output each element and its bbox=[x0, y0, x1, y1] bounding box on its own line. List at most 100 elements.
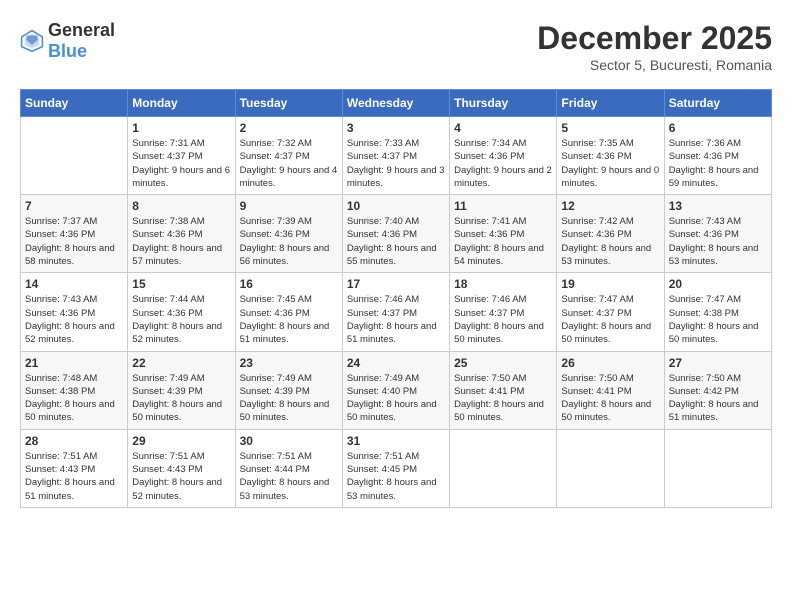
day-info: Sunrise: 7:34 AMSunset: 4:36 PMDaylight:… bbox=[454, 137, 552, 190]
day-info: Sunrise: 7:47 AMSunset: 4:37 PMDaylight:… bbox=[561, 293, 659, 346]
title-section: December 2025 Sector 5, Bucuresti, Roman… bbox=[537, 20, 772, 73]
calendar-cell: 4 Sunrise: 7:34 AMSunset: 4:36 PMDaylight… bbox=[450, 117, 557, 195]
day-info: Sunrise: 7:40 AMSunset: 4:36 PMDaylight:… bbox=[347, 215, 445, 268]
day-number: 18 bbox=[454, 277, 552, 291]
day-number: 2 bbox=[240, 121, 338, 135]
calendar-cell: 29 Sunrise: 7:51 AMSunset: 4:43 PMDayligh… bbox=[128, 429, 235, 507]
day-number: 8 bbox=[132, 199, 230, 213]
day-info: Sunrise: 7:41 AMSunset: 4:36 PMDaylight:… bbox=[454, 215, 552, 268]
header-wednesday: Wednesday bbox=[342, 90, 449, 117]
day-number: 13 bbox=[669, 199, 767, 213]
logo: General Blue bbox=[20, 20, 115, 62]
day-number: 9 bbox=[240, 199, 338, 213]
calendar-cell bbox=[664, 429, 771, 507]
day-info: Sunrise: 7:51 AMSunset: 4:43 PMDaylight:… bbox=[25, 450, 123, 503]
day-number: 29 bbox=[132, 434, 230, 448]
calendar-cell: 10Sunrise: 7:40 AMSunset: 4:36 PMDayligh… bbox=[342, 195, 449, 273]
day-info: Sunrise: 7:49 AMSunset: 4:40 PMDaylight:… bbox=[347, 372, 445, 425]
day-info: Sunrise: 7:31 AMSunset: 4:37 PMDaylight:… bbox=[132, 137, 230, 190]
day-info: Sunrise: 7:51 AMSunset: 4:45 PMDaylight:… bbox=[347, 450, 445, 503]
logo-general: General bbox=[48, 20, 115, 40]
day-info: Sunrise: 7:42 AMSunset: 4:36 PMDaylight:… bbox=[561, 215, 659, 268]
day-info: Sunrise: 7:32 AMSunset: 4:37 PMDaylight:… bbox=[240, 137, 338, 190]
day-number: 26 bbox=[561, 356, 659, 370]
calendar-cell: 1 Sunrise: 7:31 AMSunset: 4:37 PMDaylight… bbox=[128, 117, 235, 195]
day-info: Sunrise: 7:49 AMSunset: 4:39 PMDaylight:… bbox=[240, 372, 338, 425]
calendar-cell: 2 Sunrise: 7:32 AMSunset: 4:37 PMDaylight… bbox=[235, 117, 342, 195]
calendar-week-2: 7 Sunrise: 7:37 AMSunset: 4:36 PMDaylight… bbox=[21, 195, 772, 273]
day-info: Sunrise: 7:47 AMSunset: 4:38 PMDaylight:… bbox=[669, 293, 767, 346]
day-info: Sunrise: 7:38 AMSunset: 4:36 PMDaylight:… bbox=[132, 215, 230, 268]
day-number: 17 bbox=[347, 277, 445, 291]
day-number: 24 bbox=[347, 356, 445, 370]
calendar-cell: 13 Sunrise: 7:43 AMSunset: 4:36 PMDayligh… bbox=[664, 195, 771, 273]
calendar-cell: 28 Sunrise: 7:51 AMSunset: 4:43 PMDayligh… bbox=[21, 429, 128, 507]
calendar-cell: 21Sunrise: 7:48 AMSunset: 4:38 PMDayligh… bbox=[21, 351, 128, 429]
calendar-cell: 15 Sunrise: 7:44 AMSunset: 4:36 PMDayligh… bbox=[128, 273, 235, 351]
logo-text: General Blue bbox=[48, 20, 115, 62]
calendar-cell: 3 Sunrise: 7:33 AMSunset: 4:37 PMDaylight… bbox=[342, 117, 449, 195]
calendar-cell bbox=[450, 429, 557, 507]
day-info: Sunrise: 7:50 AMSunset: 4:41 PMDaylight:… bbox=[454, 372, 552, 425]
calendar-cell: 26 Sunrise: 7:50 AMSunset: 4:41 PMDayligh… bbox=[557, 351, 664, 429]
day-info: Sunrise: 7:51 AMSunset: 4:43 PMDaylight:… bbox=[132, 450, 230, 503]
calendar-cell: 17 Sunrise: 7:46 AMSunset: 4:37 PMDayligh… bbox=[342, 273, 449, 351]
calendar-cell: 23 Sunrise: 7:49 AMSunset: 4:39 PMDayligh… bbox=[235, 351, 342, 429]
calendar-week-5: 28 Sunrise: 7:51 AMSunset: 4:43 PMDayligh… bbox=[21, 429, 772, 507]
calendar-cell: 14Sunrise: 7:43 AMSunset: 4:36 PMDayligh… bbox=[21, 273, 128, 351]
day-number: 28 bbox=[25, 434, 123, 448]
calendar-cell: 27Sunrise: 7:50 AMSunset: 4:42 PMDayligh… bbox=[664, 351, 771, 429]
calendar-cell bbox=[21, 117, 128, 195]
day-info: Sunrise: 7:36 AMSunset: 4:36 PMDaylight:… bbox=[669, 137, 767, 190]
day-info: Sunrise: 7:45 AMSunset: 4:36 PMDaylight:… bbox=[240, 293, 338, 346]
day-number: 21 bbox=[25, 356, 123, 370]
day-number: 3 bbox=[347, 121, 445, 135]
calendar-cell bbox=[557, 429, 664, 507]
logo-icon bbox=[20, 29, 44, 53]
day-info: Sunrise: 7:43 AMSunset: 4:36 PMDaylight:… bbox=[669, 215, 767, 268]
day-info: Sunrise: 7:51 AMSunset: 4:44 PMDaylight:… bbox=[240, 450, 338, 503]
calendar-cell: 11Sunrise: 7:41 AMSunset: 4:36 PMDayligh… bbox=[450, 195, 557, 273]
day-number: 1 bbox=[132, 121, 230, 135]
calendar-cell: 25 Sunrise: 7:50 AMSunset: 4:41 PMDayligh… bbox=[450, 351, 557, 429]
day-number: 14 bbox=[25, 277, 123, 291]
header: General Blue December 2025 Sector 5, Buc… bbox=[20, 20, 772, 73]
day-number: 19 bbox=[561, 277, 659, 291]
calendar-cell: 16 Sunrise: 7:45 AMSunset: 4:36 PMDayligh… bbox=[235, 273, 342, 351]
day-info: Sunrise: 7:35 AMSunset: 4:36 PMDaylight:… bbox=[561, 137, 659, 190]
day-info: Sunrise: 7:50 AMSunset: 4:41 PMDaylight:… bbox=[561, 372, 659, 425]
day-number: 16 bbox=[240, 277, 338, 291]
day-number: 31 bbox=[347, 434, 445, 448]
calendar-week-3: 14Sunrise: 7:43 AMSunset: 4:36 PMDayligh… bbox=[21, 273, 772, 351]
calendar-cell: 9Sunrise: 7:39 AMSunset: 4:36 PMDaylight… bbox=[235, 195, 342, 273]
header-monday: Monday bbox=[128, 90, 235, 117]
calendar-week-1: 1 Sunrise: 7:31 AMSunset: 4:37 PMDaylight… bbox=[21, 117, 772, 195]
day-info: Sunrise: 7:33 AMSunset: 4:37 PMDaylight:… bbox=[347, 137, 445, 190]
day-number: 20 bbox=[669, 277, 767, 291]
calendar-cell: 20 Sunrise: 7:47 AMSunset: 4:38 PMDayligh… bbox=[664, 273, 771, 351]
day-info: Sunrise: 7:37 AMSunset: 4:36 PMDaylight:… bbox=[25, 215, 123, 268]
day-number: 15 bbox=[132, 277, 230, 291]
header-sunday: Sunday bbox=[21, 90, 128, 117]
day-number: 27 bbox=[669, 356, 767, 370]
calendar-header-row: SundayMondayTuesdayWednesdayThursdayFrid… bbox=[21, 90, 772, 117]
day-info: Sunrise: 7:44 AMSunset: 4:36 PMDaylight:… bbox=[132, 293, 230, 346]
day-info: Sunrise: 7:46 AMSunset: 4:37 PMDaylight:… bbox=[347, 293, 445, 346]
calendar-cell: 30Sunrise: 7:51 AMSunset: 4:44 PMDayligh… bbox=[235, 429, 342, 507]
day-number: 7 bbox=[25, 199, 123, 213]
header-thursday: Thursday bbox=[450, 90, 557, 117]
day-info: Sunrise: 7:49 AMSunset: 4:39 PMDaylight:… bbox=[132, 372, 230, 425]
header-tuesday: Tuesday bbox=[235, 90, 342, 117]
header-saturday: Saturday bbox=[664, 90, 771, 117]
day-number: 23 bbox=[240, 356, 338, 370]
calendar-table: SundayMondayTuesdayWednesdayThursdayFrid… bbox=[20, 89, 772, 508]
day-number: 25 bbox=[454, 356, 552, 370]
day-number: 4 bbox=[454, 121, 552, 135]
day-number: 22 bbox=[132, 356, 230, 370]
calendar-cell: 18 Sunrise: 7:46 AMSunset: 4:37 PMDayligh… bbox=[450, 273, 557, 351]
calendar-cell: 8 Sunrise: 7:38 AMSunset: 4:36 PMDaylight… bbox=[128, 195, 235, 273]
day-info: Sunrise: 7:46 AMSunset: 4:37 PMDaylight:… bbox=[454, 293, 552, 346]
calendar-cell: 6Sunrise: 7:36 AMSunset: 4:36 PMDaylight… bbox=[664, 117, 771, 195]
calendar-cell: 12Sunrise: 7:42 AMSunset: 4:36 PMDayligh… bbox=[557, 195, 664, 273]
calendar-cell: 22 Sunrise: 7:49 AMSunset: 4:39 PMDayligh… bbox=[128, 351, 235, 429]
